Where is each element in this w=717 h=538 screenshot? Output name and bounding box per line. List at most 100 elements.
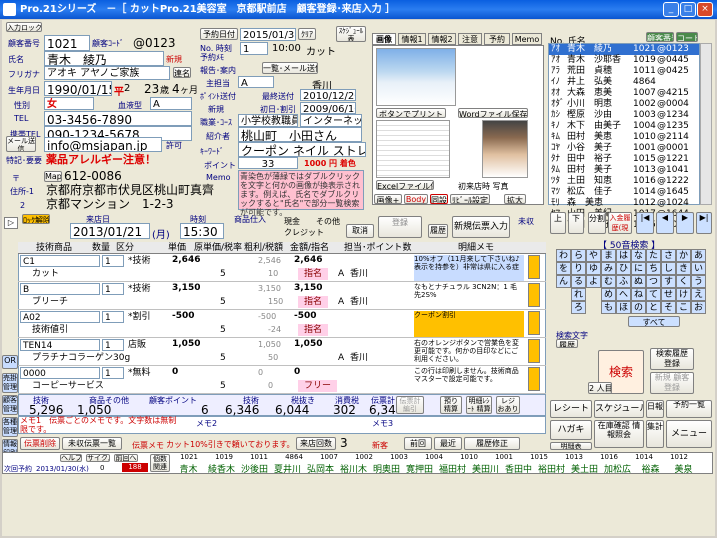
cycle-button[interactable]: サイクル [86, 454, 110, 462]
kana-button[interactable]: め [601, 288, 616, 301]
payment-button[interactable]: 明細表 [550, 442, 592, 450]
reserve-list-button[interactable]: 予約一覧 [666, 400, 712, 418]
item-code[interactable]: TEN14 [20, 339, 100, 351]
collapse-icon[interactable]: ▷ [4, 217, 18, 229]
kana-button[interactable]: え [691, 288, 706, 301]
list-item[interactable]: ｱｵ 青木 沙耶香 1019 @0445 [549, 55, 699, 66]
keyword-field[interactable]: クーポン ネイル ストレート [238, 142, 366, 157]
document-preview[interactable] [376, 120, 450, 178]
menu-button[interactable]: メニュー [666, 420, 712, 448]
item-code[interactable]: B [20, 283, 100, 295]
item-qty[interactable]: 1 [102, 255, 124, 267]
bill-manage-button[interactable]: 売掛 管理 [2, 373, 18, 393]
kana-button[interactable]: ひ [616, 262, 631, 275]
print-button[interactable]: ボタンでプリント [376, 108, 446, 118]
new-slip-button[interactable]: 新規伝票入力 [452, 216, 510, 238]
bottom-name[interactable]: 裕田村 [535, 462, 568, 475]
schedule-button[interactable]: ｽｹｼﾞｭｰﾙ表 [336, 26, 366, 42]
staff-select[interactable]: A [238, 76, 274, 88]
cancel-visit-button[interactable]: 取消 [346, 224, 374, 238]
list-item[interactable]: ｺﾔ 小谷 美子 1001 @0001 [549, 143, 699, 154]
job-select[interactable]: 小学校教職員 [238, 114, 298, 127]
item-memo[interactable]: なもとナチュラル 3CN2N：1 毛先2S% [414, 283, 524, 309]
down-button[interactable]: 下 [568, 212, 584, 234]
search-history-register-button[interactable]: 検索履歴 登録 [650, 348, 694, 370]
kana-button[interactable]: わ [556, 249, 571, 262]
search-scrollbar[interactable] [700, 43, 712, 205]
kana-button[interactable]: ぬ [631, 275, 646, 288]
furigana-field[interactable]: アオキ アヤノご家族 [44, 66, 170, 80]
credit-radio[interactable]: クレジット [284, 227, 324, 238]
kana-button[interactable]: み [601, 262, 616, 275]
slip-delete-button[interactable]: 伝票削除 [20, 437, 60, 450]
tab-reserve[interactable]: 予約 [484, 33, 510, 45]
item-shimei[interactable]: フリー [298, 380, 338, 392]
kana-button[interactable]: か [676, 249, 691, 262]
blood-select[interactable]: A [150, 97, 192, 110]
kana-button[interactable]: と [646, 301, 661, 314]
kana-button[interactable]: た [646, 249, 661, 262]
item-shimei[interactable]: 指名 [298, 268, 329, 280]
list-item[interactable]: ﾀﾑ 田村 美子 1013 @1041 [549, 165, 699, 176]
table-row[interactable]: 0000 コーピーサービス 1 *無料 0 5 0 0 0 フリー この行は印刷… [18, 366, 546, 394]
points-field[interactable]: 33 [238, 157, 298, 169]
list-item[interactable]: ﾀﾅ 田中 裕子 1015 @1221 [549, 154, 699, 165]
prev-record-button[interactable]: ◀ [656, 212, 674, 234]
item-qty[interactable]: 1 [102, 311, 124, 323]
item-color-button[interactable] [528, 311, 540, 335]
bottom-name[interactable]: 美田川 [469, 462, 502, 475]
first-record-button[interactable]: |◀ [636, 212, 654, 234]
bottom-name[interactable]: 裕森 [634, 462, 667, 475]
item-qty[interactable]: 1 [102, 339, 124, 351]
last-record-button[interactable]: ▶| [696, 212, 712, 234]
enlarge-button[interactable]: 拡大 [504, 194, 526, 204]
word-save-button[interactable]: Wordファイル保存 [458, 108, 528, 118]
prev-visit-button[interactable]: 前回 [404, 437, 432, 450]
portrait-photo[interactable] [482, 120, 528, 178]
table-row[interactable]: C1 カット 1 *技術 2,646 5 2,546 10 2,646 指名 A… [18, 254, 546, 282]
aggregate-button[interactable]: 集計 [646, 420, 664, 448]
master-manage-button[interactable]: 各種 管理 [2, 417, 18, 437]
tab-info1[interactable]: 情報1 [398, 33, 426, 45]
bottom-name[interactable]: 弘岡本 [304, 462, 337, 475]
kana-button[interactable]: な [631, 249, 646, 262]
kana-button[interactable]: る [571, 275, 586, 288]
kana-button[interactable]: こ [676, 301, 691, 314]
bottom-name[interactable]: 明奥田 [370, 462, 403, 475]
kana-button[interactable]: く [676, 275, 691, 288]
postcard-button[interactable]: ハガキ [550, 420, 592, 440]
bottom-name[interactable]: 夏井川 [271, 462, 304, 475]
mail-send-button[interactable]: メール送信 [6, 136, 36, 152]
item-code[interactable]: C1 [20, 255, 100, 267]
table-row[interactable]: A02 技術値引 1 *割引 -500 5 -500 -24 -500 指名 ク… [18, 310, 546, 338]
kana-button[interactable]: ん [556, 275, 571, 288]
list-item[interactable]: ｷﾑ 田村 美恵 1010 @2114 [549, 132, 699, 143]
bottom-name[interactable]: 福田村 [436, 462, 469, 475]
excel-save-button[interactable]: Excelファイル保存 [376, 180, 434, 190]
kana-button[interactable]: に [631, 262, 646, 275]
or-button[interactable]: OR [2, 355, 18, 369]
list-item[interactable]: ﾓﾘ 森 美恵 1012 @1024 [549, 198, 699, 209]
kana-button[interactable]: さ [661, 249, 676, 262]
register-button[interactable]: 登録 [378, 216, 422, 238]
split-button[interactable]: 分割 [588, 212, 606, 234]
up-button[interactable]: 上 [550, 212, 566, 234]
map-button[interactable]: Map [44, 171, 62, 182]
item-shimei[interactable]: 指名 [298, 324, 329, 336]
help-button[interactable]: ヘルプ [60, 454, 82, 462]
kana-button[interactable]: へ [616, 288, 631, 301]
kana-button[interactable]: ふ [616, 275, 631, 288]
daily-report-button[interactable]: 日報 [646, 400, 664, 418]
list-item[interactable]: ｲﾉ 井上 弘美 4864 [549, 77, 699, 88]
search-list[interactable]: ｱｵ 青木 綾乃 1021 @0123 ｱｵ 青木 沙耶香 1019 @0445 ｱ… [548, 43, 700, 230]
bottom-name[interactable]: 寛押田 [403, 462, 436, 475]
kana-button[interactable]: ち [646, 262, 661, 275]
item-code[interactable]: 0000 [20, 367, 100, 379]
last-send-field[interactable]: 2010/12/20 [300, 89, 356, 101]
previous-button[interactable]: 前回へ [114, 454, 138, 462]
mail-list-button[interactable]: 一覧･メール送信 [262, 62, 318, 74]
kana-button[interactable]: や [586, 249, 601, 262]
item-color-button[interactable] [528, 255, 540, 279]
kana-button[interactable]: い [691, 262, 706, 275]
item-color-button[interactable] [528, 339, 540, 363]
